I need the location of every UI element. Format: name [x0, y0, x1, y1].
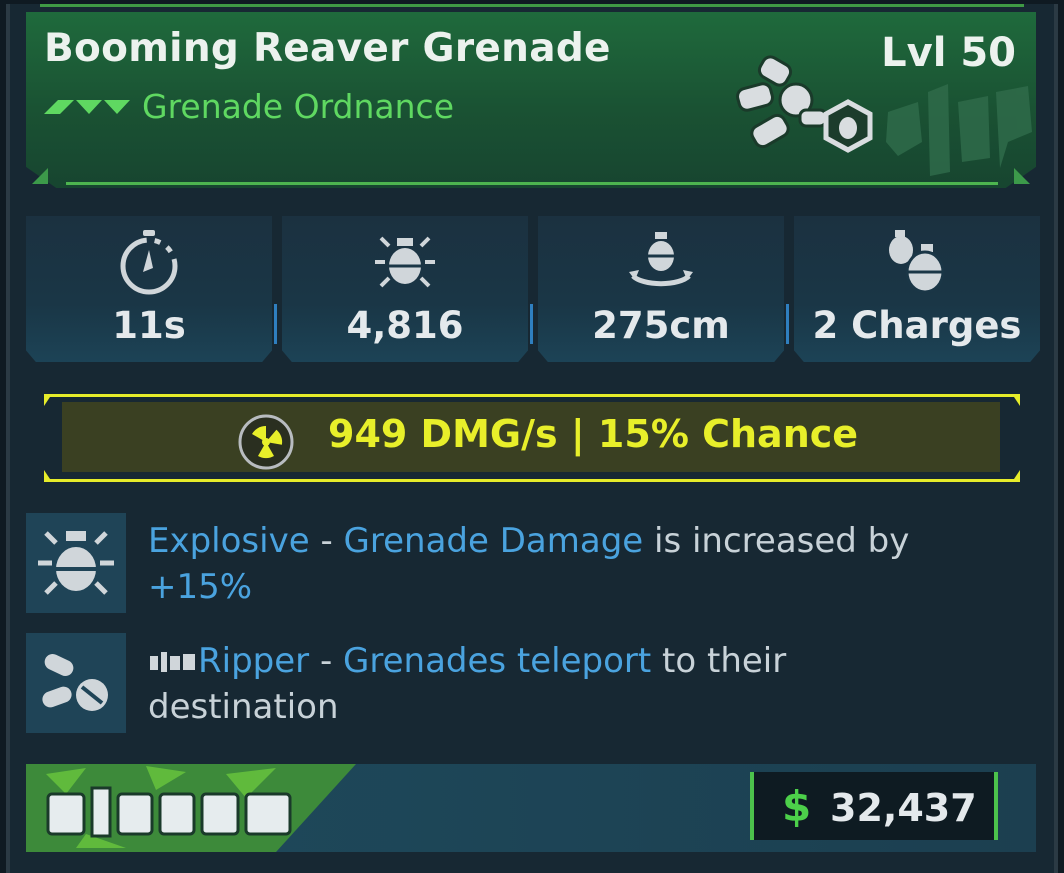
stat-cooldown-value: 11s [112, 304, 186, 347]
perk-name: Ripper [198, 641, 310, 681]
item-name: Booming Reaver Grenade [44, 26, 611, 71]
header-corner-left [32, 168, 48, 184]
item-type-row: Grenade Ordnance [44, 86, 454, 126]
perk-value: +15% [148, 567, 253, 607]
perk-description-line2: destination [148, 687, 339, 727]
perk-icon-box [26, 633, 126, 733]
element-frame-corner [44, 470, 52, 482]
stat-separator [786, 304, 789, 344]
stat-separator [530, 304, 533, 344]
grenade-radius-icon [629, 232, 693, 287]
ripper-perk-icon [42, 654, 108, 711]
rarity-chevrons-icon [44, 100, 130, 114]
item-level: Lvl 50 [881, 30, 1016, 76]
grenade-charges-icon [889, 230, 945, 294]
radiation-icon [238, 414, 294, 470]
element-effect-text: 949 DMG/s | 15% Chance [328, 412, 859, 456]
currency-icon: $ [782, 782, 812, 831]
perk-name: Explosive [148, 521, 310, 561]
element-frame-corner [1012, 470, 1020, 482]
perk-explosive: Explosive - Grenade Damage is increased … [148, 518, 1008, 610]
element-frame-corner [1012, 394, 1020, 406]
timer-icon [120, 230, 178, 295]
perk-icon-box [26, 513, 126, 613]
element-frame-corner [44, 394, 52, 406]
stat-separator [274, 304, 277, 344]
perk-keyword: Grenade Damage [343, 521, 644, 561]
header-divider [66, 182, 998, 185]
perk-description: is increased by [643, 521, 910, 561]
item-type: Grenade Ordnance [142, 86, 455, 126]
stat-radius-value: 275cm [592, 304, 730, 347]
perk-ripper: Ripper - Grenades teleport to their dest… [148, 638, 1008, 730]
perk-description: to their [651, 641, 787, 681]
grenade-damage-icon [375, 236, 435, 288]
stat-damage-value: 4,816 [346, 304, 464, 347]
manufacturer-watermark-icon [886, 84, 1032, 176]
perk-dash: - [309, 641, 344, 681]
stat-charges-value: 2 Charges [812, 304, 1022, 347]
explosive-perk-icon [38, 531, 114, 595]
perk-dash: - [309, 521, 344, 561]
item-price: 32,437 [830, 786, 977, 830]
ripper-manufacturer-logo [26, 764, 356, 852]
frame-top-line [40, 4, 1024, 7]
perk-keyword: Grenades teleport [343, 641, 652, 681]
grenade-art-icon [736, 55, 873, 153]
ripper-logo-icon [150, 652, 195, 672]
